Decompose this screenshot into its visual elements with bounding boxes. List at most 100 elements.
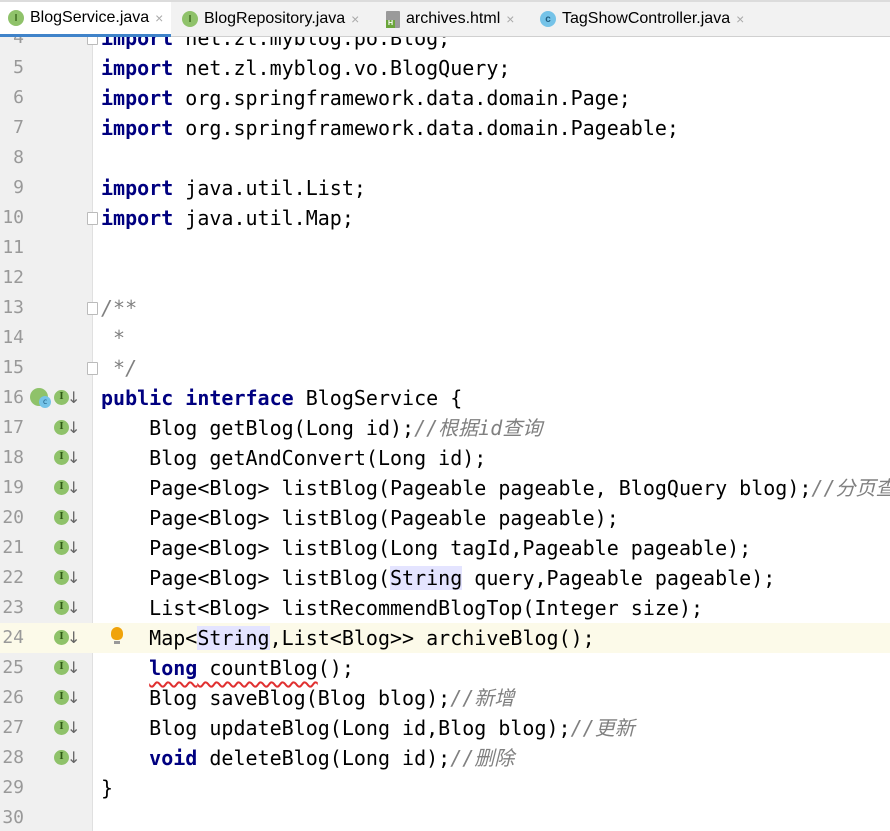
line-number: 17 [2, 417, 24, 438]
code-token: Page<Blog> listBlog(Long tagId,Pageable … [101, 536, 752, 560]
fold-marker-icon[interactable] [87, 37, 98, 45]
code-line: 16I↓public interface BlogService { [0, 383, 890, 413]
fold-marker-icon[interactable] [87, 362, 98, 375]
line-number: 11 [2, 237, 24, 258]
code-line: 10 import java.util.Map; [0, 203, 890, 233]
code-token: Blog getAndConvert(Long id); [101, 446, 487, 470]
code-token: Blog saveBlog(Blog blog); [101, 686, 451, 710]
code-token: ,List<Blog>> archiveBlog(); [269, 626, 595, 650]
code-line: 29} [0, 773, 890, 803]
line-number: 13 [2, 297, 24, 318]
code-token: BlogService { [293, 386, 463, 410]
code-token: //删除 [450, 746, 515, 770]
close-icon[interactable]: × [155, 10, 163, 26]
code-line: 6 import org.springframework.data.domain.… [0, 83, 890, 113]
code-line: 14 * [0, 323, 890, 353]
close-icon[interactable]: × [351, 11, 359, 27]
code-line: 23 I ↓ List<Blog> listRecommendBlogTop(Int… [0, 593, 890, 623]
code-token: Map< [101, 626, 198, 650]
code-line: 18 I ↓ Blog getAndConvert(Long id); [0, 443, 890, 473]
line-number: 14 [2, 327, 24, 348]
arrow-down-icon: ↓ [67, 508, 81, 527]
arrow-down-icon: ↓ [67, 568, 81, 587]
implemented-by-icon[interactable] [30, 388, 51, 408]
code-text: /** [101, 293, 137, 323]
code-text: List<Blog> listRecommendBlogTop(Integer … [101, 593, 703, 623]
arrow-down-icon: ↓ [67, 718, 81, 737]
line-number: 23 [2, 597, 24, 618]
code-token: //新增 [450, 686, 515, 710]
code-token: import [101, 86, 174, 110]
code-text: import java.util.Map; [101, 203, 354, 233]
line-number: 29 [2, 777, 24, 798]
line-number: 28 [2, 747, 24, 768]
code-text: import org.springframework.data.domain.P… [101, 113, 679, 143]
tab-tagshowcontroller-java[interactable]: c TagShowController.java × [532, 2, 752, 36]
code-token: //分页查询 [811, 476, 890, 500]
tab-blogservice-java[interactable]: I BlogService.java × [0, 2, 172, 37]
code-line: 13 /** [0, 293, 890, 323]
code-text: Page<Blog> listBlog(Pageable pageable, B… [101, 473, 890, 503]
line-number: 20 [2, 507, 24, 528]
code-token: deleteBlog(Long id); [197, 746, 451, 770]
code-token: interface [185, 386, 294, 410]
line-number: 21 [2, 537, 24, 558]
code-token: java.util.Map; [173, 206, 354, 230]
line-number: 25 [2, 657, 24, 678]
code-token: long [149, 656, 198, 680]
code-token: Blog getBlog(Long id); [101, 416, 415, 440]
code-token: String [197, 626, 270, 650]
editor-tab-bar: IBlogService.java×IBlogRepository.java×a… [0, 0, 890, 37]
fold-marker-icon[interactable] [87, 302, 98, 315]
arrow-down-icon: ↓ [67, 448, 81, 467]
tab-archives-html[interactable]: archives.html × [378, 2, 522, 36]
code-line: 12 [0, 263, 890, 293]
code-token: //根据id查询 [414, 416, 543, 440]
code-text: * [101, 323, 125, 353]
line-number: 10 [2, 207, 24, 228]
code-line: 22 I ↓ Page<Blog> listBlog(String query,Pa… [0, 563, 890, 593]
arrow-down-icon: ↓ [67, 628, 81, 647]
code-text: long countBlog(); [101, 653, 354, 683]
code-text: } [101, 773, 113, 803]
code-line: 26 I ↓ Blog saveBlog(Blog blog);//新增 [0, 683, 890, 713]
fold-marker-icon[interactable] [87, 212, 98, 225]
line-number: 12 [2, 267, 24, 288]
code-text: import org.springframework.data.domain.P… [101, 83, 631, 113]
line-number: 9 [13, 177, 24, 198]
code-line: 27 I ↓ Blog updateBlog(Long id,Blog blog);… [0, 713, 890, 743]
class-icon: c [540, 11, 556, 27]
code-line: 5 import net.zl.myblog.vo.BlogQuery; [0, 53, 890, 83]
code-token: import [101, 176, 174, 200]
code-text: Map<String,List<Blog>> archiveBlog(); [101, 623, 595, 653]
code-text: public interface BlogService { [101, 383, 462, 413]
code-line: 17 I ↓ Blog getBlog(Long id);//根据id查询 [0, 413, 890, 443]
code-line: 9 import java.util.List; [0, 173, 890, 203]
code-token: import [101, 56, 174, 80]
code-line: 15 */ [0, 353, 890, 383]
code-token: //更新 [570, 716, 635, 740]
close-icon[interactable]: × [506, 11, 514, 27]
line-number: 7 [13, 117, 24, 138]
code-token: */ [101, 356, 138, 380]
code-token: query,Pageable pageable); [462, 566, 776, 590]
code-token: void [149, 746, 198, 770]
line-number: 26 [2, 687, 24, 708]
code-token: public [101, 386, 174, 410]
line-number: 16 [2, 387, 24, 408]
close-icon[interactable]: × [736, 11, 744, 27]
code-token: net.zl.myblog.vo.BlogQuery; [173, 56, 511, 80]
tab-blogrepository-java[interactable]: I BlogRepository.java × [174, 2, 367, 36]
code-token: countBlog [197, 656, 318, 680]
line-number: 22 [2, 567, 24, 588]
code-editor[interactable]: 4 import net.zl.myblog.po.Blog; 5 import ne… [0, 37, 890, 831]
interface-icon: I [8, 10, 24, 26]
arrow-down-icon: ↓ [67, 658, 81, 677]
code-text: Page<Blog> listBlog(String query,Pageabl… [101, 563, 775, 593]
code-text: */ [101, 353, 137, 383]
tab-label: BlogService.java [30, 9, 150, 26]
code-text: import java.util.List; [101, 173, 366, 203]
code-token: Page<Blog> listBlog(Pageable pageable, B… [101, 476, 812, 500]
